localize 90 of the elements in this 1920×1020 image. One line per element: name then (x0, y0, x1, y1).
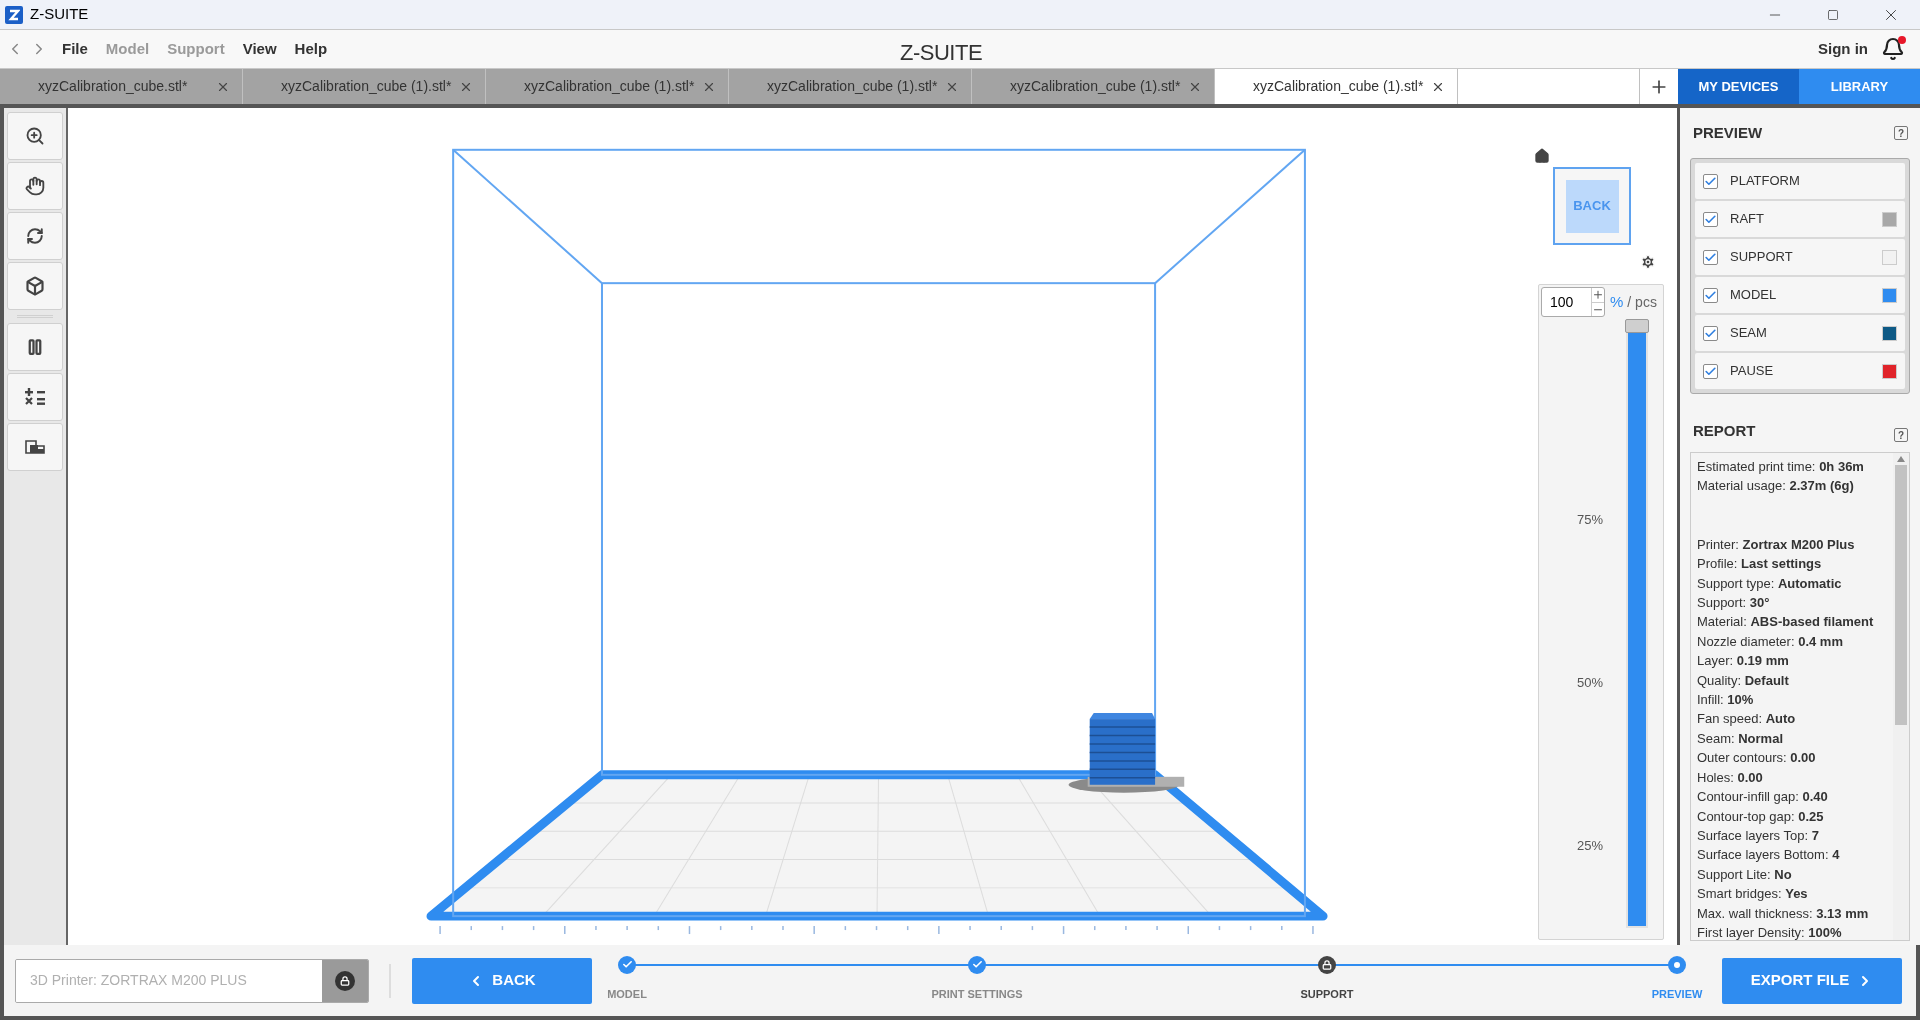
slider-mark-label: 50% (1577, 674, 1604, 692)
report-line: Material: ABS-based filament (1697, 613, 1875, 632)
report-line: Infill: 10% (1697, 691, 1755, 710)
help-button[interactable]: ? (1894, 428, 1908, 442)
report-line: Holes: 0.00 (1697, 768, 1764, 787)
file-tab[interactable]: xyzCalibration_cube (1).stl* (729, 69, 972, 104)
report-line: First layer Density: 100% (1697, 923, 1843, 940)
layer-input[interactable]: 100 (1541, 287, 1605, 317)
report-line: Material usage: 2.37m (6g) (1697, 477, 1855, 496)
settings-icon[interactable] (1640, 254, 1656, 270)
sign-in-link[interactable]: Sign in (1818, 37, 1868, 61)
report-line: Contour-infill gap: 0.40 (1697, 788, 1829, 807)
slider-mark-label: 25% (1577, 837, 1604, 855)
checkbox[interactable] (1703, 363, 1718, 379)
menu-item[interactable]: View (242, 37, 277, 61)
operators-button[interactable] (7, 373, 63, 421)
layers-button[interactable] (7, 423, 63, 471)
report-line: Estimated print time: 0h 36m (1697, 458, 1865, 476)
report-line: Layer: 0.19 mm (1697, 652, 1790, 671)
panel-heading: REPORT (1693, 420, 1756, 441)
step-label: PRINT SETTINGS (931, 986, 1023, 1002)
report-line: Contour-top gap: 0.25 (1697, 807, 1825, 826)
file-tab[interactable]: xyzCalibration_cube.stl* (0, 69, 243, 104)
rotate-icon (26, 227, 44, 245)
step-label: SUPPORT (1300, 986, 1354, 1002)
preview-layer-row[interactable]: PLATFORM (1695, 163, 1905, 199)
report-line: Surface layers Bottom: 4 (1697, 846, 1841, 865)
app-logo-icon (5, 5, 23, 24)
rotate-button[interactable] (7, 212, 63, 260)
report-line: Smart bridges: Yes (1697, 885, 1809, 904)
scroll-up-icon[interactable] (1897, 456, 1905, 462)
slider-mark-label: 75% (1577, 511, 1604, 529)
pause-icon (26, 338, 44, 356)
panel-tab[interactable]: MY DEVICES (1678, 69, 1799, 104)
layers-outline-icon (25, 440, 45, 454)
printer-field[interactable]: 3D Printer: ZORTRAX M200 PLUS (15, 958, 369, 1003)
increment-icon[interactable] (1592, 288, 1604, 302)
step-label: PREVIEW (1651, 986, 1703, 1002)
menu-item[interactable]: Help (294, 37, 328, 61)
report-scrollbar[interactable] (1893, 453, 1909, 940)
report-line: Seam: Normal (1697, 729, 1784, 748)
file-tab[interactable]: xyzCalibration_cube (1).stl* (243, 69, 486, 104)
restore-icon[interactable] (1827, 8, 1839, 21)
file-tab[interactable]: xyzCalibration_cube (1).stl* (972, 69, 1215, 104)
zoom-in-icon (25, 126, 45, 146)
checkbox[interactable] (1703, 249, 1718, 265)
report-line: Max. wall thickness: 3.13 mm (1697, 904, 1870, 923)
pan-button[interactable] (7, 162, 63, 210)
preview-layer-row[interactable]: SEAM (1695, 315, 1905, 351)
checkbox[interactable] (1703, 173, 1718, 189)
panel-tab[interactable]: LIBRARY (1799, 69, 1920, 104)
cube-icon (25, 276, 45, 296)
export-file-button[interactable]: EXPORT FILE (1722, 957, 1902, 1004)
report-line: Profile: Last settings (1697, 555, 1823, 574)
report-line: Printer: Zortrax M200 Plus (1697, 535, 1856, 554)
report-line: Outer contours: 0.00 (1697, 749, 1817, 768)
report-line: Quality: Default (1697, 671, 1790, 690)
view-cube-button[interactable] (7, 262, 63, 310)
zoom-in-button[interactable] (7, 112, 63, 160)
percent-unit-link[interactable]: % (1610, 290, 1624, 314)
notification-bell-icon[interactable] (1880, 36, 1906, 62)
lock-icon (335, 970, 355, 991)
report-line: Support type: Automatic (1697, 574, 1843, 593)
step-label: MODEL (607, 986, 647, 1002)
operators-icon (25, 388, 45, 406)
report-line: Surface layers Top: 7 (1697, 826, 1820, 845)
preview-layer-row[interactable]: RAFT (1695, 201, 1905, 237)
menu-item[interactable]: File (62, 37, 88, 61)
report-line: Support Lite: No (1697, 865, 1793, 884)
checkbox[interactable] (1703, 325, 1718, 341)
preview-layer-row[interactable]: PAUSE (1695, 353, 1905, 389)
preview-layer-row[interactable]: SUPPORT (1695, 239, 1905, 275)
report-line: Nozzle diameter: 0.4 mm (1697, 632, 1844, 651)
window-title: Z-SUITE (30, 4, 89, 25)
report-line: Fan speed: Auto (1697, 710, 1797, 729)
pieces-unit-link[interactable]: / pcs (1627, 291, 1657, 313)
step-lock-icon (1318, 955, 1336, 974)
checkbox[interactable] (1703, 211, 1718, 227)
pause-button[interactable] (7, 323, 63, 371)
panel-heading: PREVIEW (1693, 122, 1763, 143)
file-tab[interactable]: xyzCalibration_cube (1).stl* (486, 69, 729, 104)
preview-layer-row[interactable]: MODEL (1695, 277, 1905, 313)
checkbox[interactable] (1703, 287, 1718, 303)
back-button[interactable]: BACK (412, 957, 592, 1004)
help-button[interactable]: ? (1894, 126, 1908, 140)
hand-icon (25, 176, 45, 196)
report-line: Support: 30° (1697, 594, 1771, 613)
slider-handle[interactable] (1625, 319, 1649, 333)
app-logo: Z-SUITE (900, 39, 983, 67)
home-icon[interactable] (1534, 148, 1550, 164)
